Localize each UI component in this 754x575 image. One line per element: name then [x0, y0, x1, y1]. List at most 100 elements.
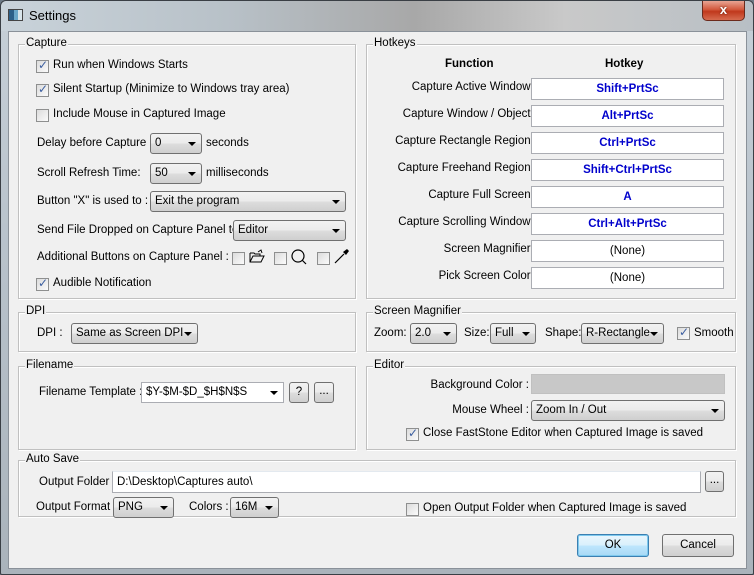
magnifier-icon — [291, 249, 307, 268]
chevron-down-icon — [188, 172, 196, 176]
hotkey-row: Capture Window / Object : Alt+PrtSc — [367, 105, 735, 129]
hotkey-field[interactable]: A — [531, 186, 724, 208]
output-folder-input[interactable]: D:\Desktop\Captures auto\ — [112, 471, 701, 493]
delay-unit: seconds — [206, 137, 249, 149]
chevron-down-icon — [711, 409, 719, 413]
editor-group: Editor Background Color : Mouse Wheel : … — [366, 359, 736, 450]
hotkey-field[interactable]: Ctrl+Alt+PrtSc — [531, 213, 724, 235]
zoom-label: Zoom: — [374, 327, 407, 339]
hotkey-field[interactable]: Ctrl+PrtSc — [531, 132, 724, 154]
screen-magnifier-group-title: Screen Magnifier — [373, 305, 462, 317]
dpi-group-title: DPI — [25, 305, 47, 317]
additional-button-open-checkbox[interactable] — [232, 252, 245, 265]
hotkey-row: Screen Magnifier : (None) — [367, 240, 735, 264]
open-output-folder-checkbox[interactable] — [406, 503, 419, 516]
run-when-windows-starts-checkbox[interactable] — [36, 58, 49, 73]
close-editor-checkbox[interactable] — [406, 426, 419, 441]
colors-value: 16M — [235, 501, 258, 513]
background-color-label: Background Color : — [430, 379, 529, 391]
app-icon — [8, 9, 23, 21]
eyedropper-icon — [334, 248, 350, 267]
auto-save-group-title: Auto Save — [25, 453, 81, 465]
button-x-label: Button "X" is used to : — [37, 195, 149, 207]
filename-group-title: Filename — [25, 359, 75, 371]
delay-label: Delay before Capture : — [37, 137, 153, 149]
hotkeys-group: Hotkeys Function Hotkey Capture Active W… — [366, 37, 736, 299]
capture-group-title: Capture — [25, 37, 68, 49]
smooth-checkbox[interactable] — [677, 325, 690, 340]
open-output-folder-label[interactable]: Open Output Folder when Captured Image i… — [423, 502, 686, 514]
hotkey-row: Capture Freehand Region : Shift+Ctrl+Prt… — [367, 159, 735, 183]
auto-save-group: Auto Save Output Folder : D:\Desktop\Cap… — [18, 453, 736, 518]
title-bar[interactable]: Settings x — [1, 1, 753, 31]
hotkey-row: Capture Rectangle Region : Ctrl+PrtSc — [367, 132, 735, 156]
hotkey-field[interactable]: (None) — [531, 240, 724, 262]
close-editor-label[interactable]: Close FastStone Editor when Captured Ima… — [423, 427, 703, 439]
dpi-value: Same as Screen DPI — [76, 327, 184, 339]
filename-template-value: $Y-$M-$D_$H$N$S — [146, 386, 248, 398]
audible-notification-checkbox[interactable] — [36, 276, 49, 291]
output-format-value: PNG — [118, 501, 143, 513]
hotkeys-group-title: Hotkeys — [373, 37, 417, 49]
filename-browse-button[interactable]: ... — [314, 382, 334, 403]
window-title: Settings — [29, 8, 76, 23]
editor-group-title: Editor — [373, 359, 406, 371]
mouse-wheel-label: Mouse Wheel : — [452, 404, 529, 416]
size-value: Full — [495, 327, 514, 339]
shape-select[interactable]: R-Rectangle — [581, 323, 664, 344]
output-folder-browse-button[interactable]: ... — [705, 471, 724, 492]
send-file-select[interactable]: Editor — [233, 220, 346, 241]
dpi-select[interactable]: Same as Screen DPI — [71, 323, 198, 344]
delay-value: 0 — [155, 137, 162, 149]
dpi-label: DPI : — [37, 327, 63, 339]
chevron-down-icon — [332, 200, 340, 204]
additional-button-magnifier-checkbox[interactable] — [274, 252, 287, 265]
filename-template-label: Filename Template : — [39, 386, 143, 398]
smooth-label[interactable]: Smooth — [694, 327, 734, 339]
run-when-windows-starts-label[interactable]: Run when Windows Starts — [53, 59, 188, 71]
include-mouse-checkbox[interactable] — [36, 109, 49, 122]
chevron-down-icon — [650, 332, 658, 336]
ok-button[interactable]: OK — [577, 534, 649, 557]
open-folder-icon — [249, 249, 265, 267]
filename-template-input[interactable]: $Y-$M-$D_$H$N$S — [141, 382, 284, 403]
button-x-value: Exit the program — [155, 195, 240, 207]
audible-notification-label[interactable]: Audible Notification — [53, 277, 151, 289]
scroll-refresh-select[interactable]: 50 — [150, 163, 202, 184]
include-mouse-label[interactable]: Include Mouse in Captured Image — [53, 108, 226, 120]
hotkey-column-header: Hotkey — [605, 58, 644, 70]
hotkey-row: Pick Screen Color : (None) — [367, 267, 735, 291]
colors-label: Colors : — [189, 501, 229, 513]
hotkey-function-label: Screen Magnifier : — [443, 243, 537, 255]
chevron-down-icon — [443, 332, 451, 336]
cancel-button[interactable]: Cancel — [662, 534, 734, 557]
chevron-down-icon — [332, 229, 340, 233]
button-x-select[interactable]: Exit the program — [150, 191, 346, 212]
colors-select[interactable]: 16M — [230, 497, 279, 518]
chevron-down-icon — [160, 506, 168, 510]
hotkey-function-label: Capture Full Screen : — [428, 189, 537, 201]
shape-label: Shape: — [545, 327, 582, 339]
zoom-select[interactable]: 2.0 — [410, 323, 457, 344]
output-format-select[interactable]: PNG — [113, 497, 174, 518]
hotkey-field[interactable]: Alt+PrtSc — [531, 105, 724, 127]
chevron-down-icon — [265, 506, 273, 510]
additional-button-eyedropper-checkbox[interactable] — [317, 252, 330, 265]
mouse-wheel-value: Zoom In / Out — [536, 404, 607, 416]
scroll-refresh-unit: milliseconds — [206, 167, 269, 179]
function-column-header: Function — [445, 58, 494, 70]
background-color-swatch[interactable] — [531, 374, 725, 394]
hotkey-field[interactable]: (None) — [531, 267, 724, 289]
close-button[interactable]: x — [702, 1, 745, 21]
size-select[interactable]: Full — [490, 323, 536, 344]
hotkey-field[interactable]: Shift+Ctrl+PrtSc — [531, 159, 724, 181]
hotkey-function-label: Capture Window / Object : — [402, 108, 537, 120]
hotkey-function-label: Capture Rectangle Region : — [395, 135, 537, 147]
hotkey-field[interactable]: Shift+PrtSc — [531, 78, 724, 100]
filename-help-button[interactable]: ? — [289, 382, 309, 403]
filename-group: Filename Filename Template : $Y-$M-$D_$H… — [18, 359, 356, 450]
mouse-wheel-select[interactable]: Zoom In / Out — [531, 400, 725, 421]
silent-startup-checkbox[interactable] — [36, 82, 49, 97]
delay-select[interactable]: 0 — [150, 133, 202, 154]
silent-startup-label[interactable]: Silent Startup (Minimize to Windows tray… — [53, 83, 289, 95]
